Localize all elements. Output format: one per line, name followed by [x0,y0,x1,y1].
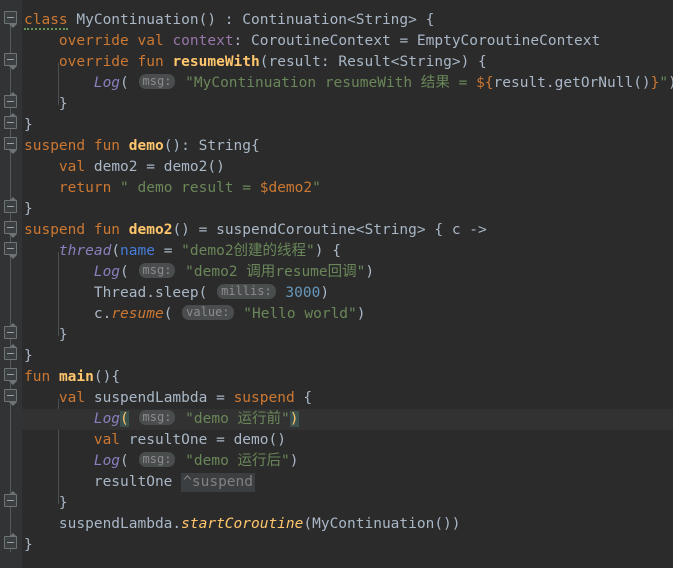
code-line[interactable]: override val context: CoroutineContext =… [22,31,673,52]
code-line[interactable]: Log( msg: "demo 运行后") [22,451,673,472]
code-line[interactable]: suspendLambda.startCoroutine(MyContinuat… [22,514,673,535]
fold-marker-line-12[interactable] [4,242,17,259]
code-line[interactable]: c.resume( value: "Hello world") [22,304,673,325]
code-editor[interactable]: class MyContinuation() : Continuation<St… [0,0,673,568]
inline-label-suspend: ^suspend [181,473,255,492]
inlay-hint: msg: [138,410,176,425]
fold-marker-line-1[interactable] [4,11,17,28]
fold-marker-line-11[interactable] [4,221,17,238]
inlay-hint: millis: [217,284,276,299]
code-line[interactable]: } [22,199,673,220]
code-line[interactable]: } [22,493,673,514]
fold-marker-line-3[interactable] [4,53,17,70]
fold-marker-line-26[interactable] [4,533,17,549]
code-line[interactable]: suspend fun demo(): String{ [22,136,673,157]
inlay-hint: msg: [138,452,176,467]
inlay-hint: value: [182,305,234,320]
code-line[interactable]: val resultOne = demo() [22,430,673,451]
fold-marker-line-5[interactable] [4,92,17,108]
code-line[interactable]: Log( msg: "MyContinuation resumeWith 结果 … [22,73,673,94]
code-surface[interactable]: class MyContinuation() : Continuation<St… [22,0,673,568]
inlay-hint: msg: [138,74,176,89]
fold-marker-line-16[interactable] [4,323,17,339]
code-line[interactable]: val suspendLambda = suspend { [22,388,673,409]
code-line-active[interactable]: Log( msg: "demo 运行前") [22,409,673,430]
code-line[interactable]: suspend fun demo2() = suspendCoroutine<S… [22,220,673,241]
code-line[interactable]: class MyContinuation() : Continuation<St… [22,10,673,31]
code-line[interactable]: } [22,346,673,367]
code-line[interactable]: val demo2 = demo2() [22,157,673,178]
code-line[interactable]: Log( msg: "demo2 调用resume回调") [22,262,673,283]
fold-marker-line-10[interactable] [4,197,17,213]
code-line[interactable]: } [22,115,673,136]
code-line[interactable]: fun main(){ [22,367,673,388]
fold-marker-line-24[interactable] [4,491,17,507]
code-line[interactable]: } [22,94,673,115]
fold-marker-line-17[interactable] [4,344,17,360]
fold-marker-line-19[interactable] [4,389,17,406]
fold-marker-line-6[interactable] [4,113,17,129]
editor-gutter[interactable] [0,0,22,568]
code-line[interactable]: } [22,325,673,346]
code-line[interactable]: Thread.sleep( millis: 3000) [22,283,673,304]
fold-marker-line-18[interactable] [4,368,17,385]
code-line[interactable]: resultOne ^suspend [22,472,673,493]
code-line[interactable]: } [22,535,673,556]
fold-marker-line-7[interactable] [4,137,17,154]
code-line[interactable]: override fun resumeWith(result: Result<S… [22,52,673,73]
code-line[interactable]: return " demo result = $demo2" [22,178,673,199]
code-line[interactable]: thread(name = "demo2创建的线程") { [22,241,673,262]
inlay-hint: msg: [138,263,176,278]
